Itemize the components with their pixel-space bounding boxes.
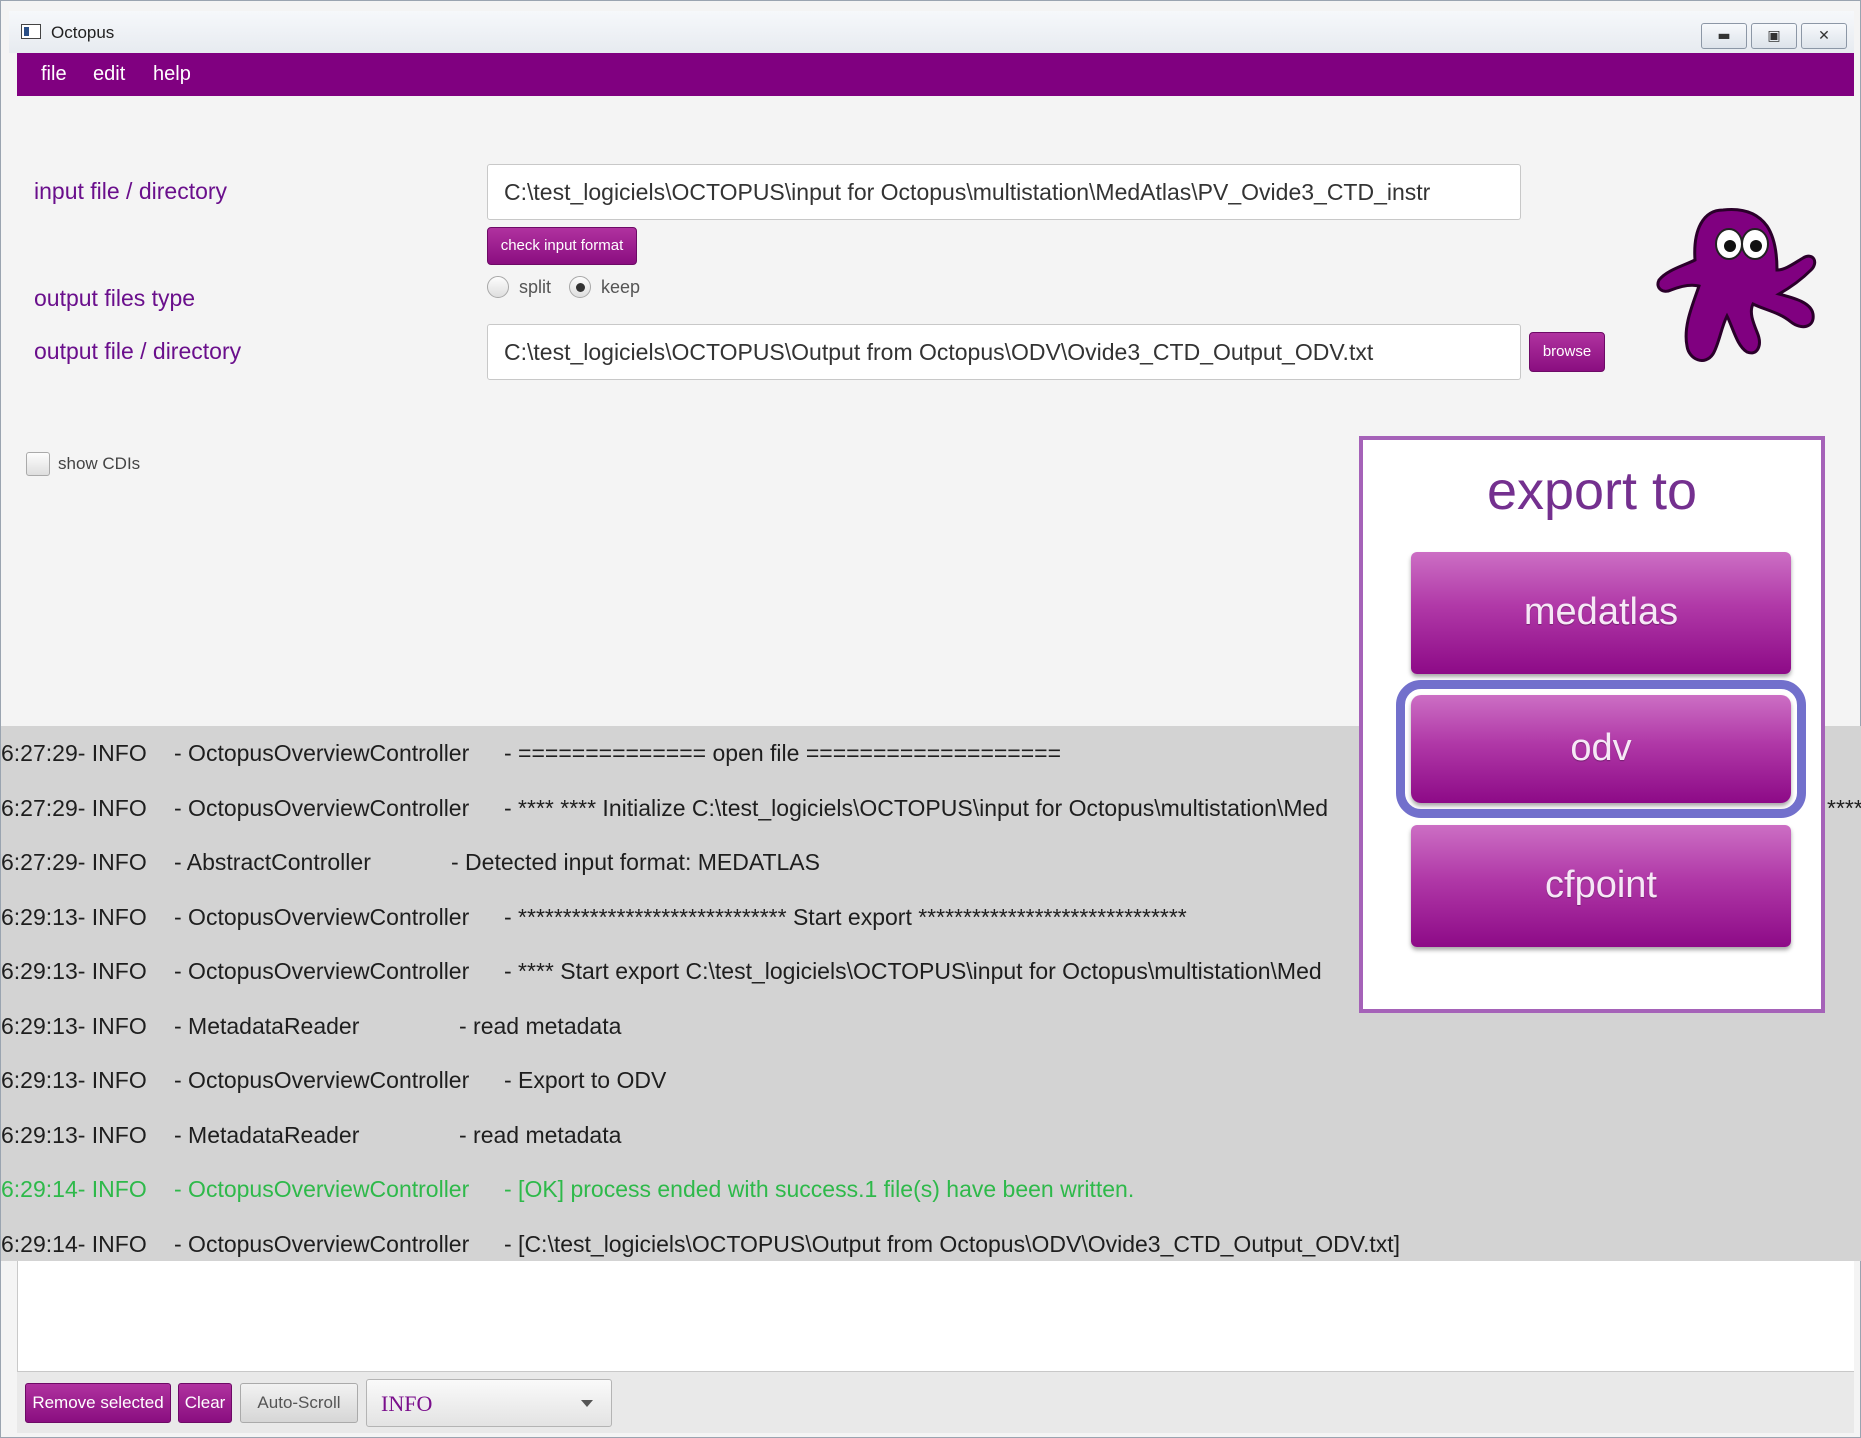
close-button[interactable]: ✕: [1801, 23, 1847, 49]
log-toolbar: Remove selected Clear Auto-Scroll INFO: [17, 1371, 1854, 1433]
export-title: export to: [1486, 461, 1698, 521]
log-source: - OctopusOverviewController: [174, 1230, 470, 1257]
radio-keep[interactable]: [569, 276, 591, 298]
radio-keep-label: keep: [601, 277, 641, 297]
chevron-down-icon: [581, 1400, 593, 1407]
log-message: - [C:\test_logiciels\OCTOPUS\Output from…: [504, 1230, 1401, 1257]
log-source: - MetadataReader: [174, 1121, 360, 1148]
title-bar: Octopus ▬ ▣ ✕: [9, 11, 1854, 53]
log-message: - ****************************** Start e…: [504, 903, 1187, 930]
log-overflow-text: ****: [1827, 794, 1861, 821]
log-message: - ============== open file =============…: [504, 740, 1062, 766]
octopus-window: Octopus ▬ ▣ ✕ file edit help input file …: [0, 0, 1861, 1438]
remove-selected-button[interactable]: Remove selected: [25, 1383, 171, 1423]
log-row[interactable]: 6:29:13- INFO - OctopusOverviewController…: [1, 1067, 1861, 1099]
check-input-format-button[interactable]: check input format: [487, 227, 637, 265]
log-source: - OctopusOverviewController: [174, 1176, 470, 1202]
log-time: 6:29:13- INFO: [1, 903, 147, 930]
log-time: 6:27:29- INFO: [1, 740, 147, 766]
log-source: - OctopusOverviewController: [174, 794, 470, 821]
log-time: 6:29:13- INFO: [1, 958, 147, 984]
octopus-logo-icon: [1656, 208, 1817, 362]
show-cdis-label: show CDIs: [58, 454, 141, 473]
output-path-field[interactable]: C:\test_logiciels\OCTOPUS\Output from Oc…: [487, 324, 1521, 380]
menu-file[interactable]: file: [41, 63, 67, 86]
maximize-button[interactable]: ▣: [1751, 23, 1797, 49]
log-time: 6:29:14- INFO: [1, 1176, 147, 1202]
auto-scroll-toggle[interactable]: Auto-Scroll: [240, 1383, 358, 1423]
log-time: 6:27:29- INFO: [1, 849, 147, 875]
log-message: - **** Start export C:\test_logiciels\OC…: [504, 958, 1322, 984]
log-empty-area: [17, 1261, 1854, 1371]
show-cdis-checkbox[interactable]: [26, 452, 50, 476]
log-time: 6:29:13- INFO: [1, 1067, 147, 1093]
menu-help[interactable]: help: [153, 63, 191, 86]
output-type-label: output files type: [34, 285, 196, 311]
input-path-field[interactable]: C:\test_logiciels\OCTOPUS\input for Octo…: [487, 164, 1521, 220]
export-medatlas-button[interactable]: medatlas: [1411, 552, 1791, 674]
browse-button[interactable]: browse: [1529, 332, 1605, 372]
radio-split[interactable]: [487, 276, 509, 298]
log-message: - Export to ODV: [504, 1067, 667, 1093]
radio-split-label: split: [519, 277, 552, 297]
output-label: output file / directory: [34, 338, 242, 364]
log-source: - OctopusOverviewController: [174, 903, 470, 930]
log-level-value: INFO: [381, 1391, 433, 1416]
log-message: - [OK] process ended with success.1 file…: [504, 1176, 1135, 1202]
export-cfpoint-button[interactable]: cfpoint: [1411, 825, 1791, 947]
export-panel: export to medatlas odv cfpoint: [1359, 436, 1825, 1013]
log-level-select[interactable]: INFO: [366, 1379, 612, 1427]
log-source: - AbstractController: [174, 849, 371, 875]
log-message: - Detected input format: MEDATLAS: [451, 849, 820, 875]
log-row[interactable]: 6:29:13- INFO - MetadataReader - read meta…: [1, 1122, 1861, 1154]
app-icon: [21, 24, 41, 39]
log-time: 6:29:13- INFO: [1, 1121, 147, 1148]
export-odv-button[interactable]: odv: [1396, 680, 1806, 818]
menu-bar: file edit help: [17, 53, 1854, 96]
log-message: - **** **** Initialize C:\test_logiciels…: [504, 794, 1329, 821]
log-source: - OctopusOverviewController: [174, 740, 470, 766]
log-source: - OctopusOverviewController: [174, 1067, 470, 1093]
window-title: Octopus: [51, 23, 115, 42]
menu-edit[interactable]: edit: [93, 63, 125, 86]
clear-button[interactable]: Clear: [178, 1383, 232, 1423]
log-source: - OctopusOverviewController: [174, 958, 470, 984]
log-message: - read metadata: [459, 1012, 622, 1039]
log-row[interactable]: 6:29:13- INFO - MetadataReader - read meta…: [1, 1013, 1861, 1045]
minimize-button[interactable]: ▬: [1701, 23, 1747, 49]
log-time: 6:27:29- INFO: [1, 794, 147, 821]
log-source: - MetadataReader: [174, 1012, 360, 1039]
input-label: input file / directory: [34, 178, 228, 204]
log-message: - read metadata: [459, 1121, 622, 1148]
log-row[interactable]: 6:29:14- INFO - OctopusOverviewController…: [1, 1176, 1861, 1208]
log-row[interactable]: 6:29:14- INFO - OctopusOverviewController…: [1, 1231, 1861, 1263]
log-time: 6:29:13- INFO: [1, 1012, 147, 1039]
log-time: 6:29:14- INFO: [1, 1230, 147, 1257]
